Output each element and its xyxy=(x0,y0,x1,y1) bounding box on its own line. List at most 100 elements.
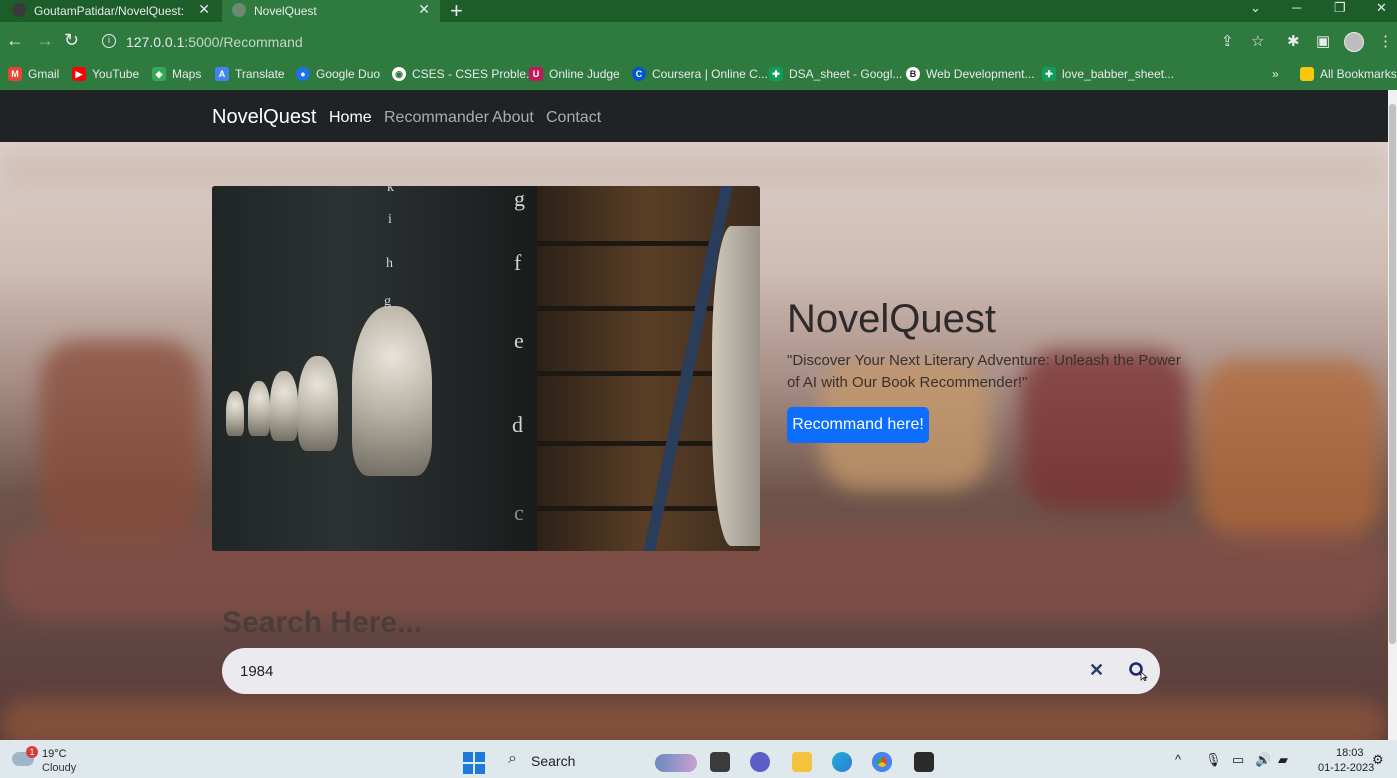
recommend-button[interactable]: Recommand here! xyxy=(787,407,929,443)
browser-tab-github[interactable]: GoutamPatidar/NovelQuest: "No ✕ xyxy=(0,0,220,22)
pillar-letter: f xyxy=(514,250,522,275)
tab-title: GoutamPatidar/NovelQuest: "No xyxy=(34,4,184,18)
bookmark-coursera[interactable]: C Coursera | Online C... xyxy=(632,67,768,81)
battery-icon[interactable]: ▰ xyxy=(1278,752,1288,768)
shelf-board xyxy=(537,241,717,246)
search-heading: Search Here... xyxy=(222,606,423,639)
bookmarks-overflow-button[interactable]: » xyxy=(1272,67,1279,81)
edge-browser-icon[interactable] xyxy=(832,752,852,772)
weather-condition[interactable]: Cloudy xyxy=(42,762,76,774)
folder-icon xyxy=(1300,67,1314,81)
new-tab-icon[interactable]: + xyxy=(450,0,463,24)
weather-temperature[interactable]: 19°C xyxy=(42,748,67,760)
page-scrollbar[interactable] xyxy=(1388,90,1397,740)
browser-tab-bar: GoutamPatidar/NovelQuest: "No ✕ NovelQue… xyxy=(0,0,1397,24)
site-navbar: NovelQuest Home Recommander About Contac… xyxy=(0,90,1388,142)
nav-recommander[interactable]: Recommander xyxy=(384,109,489,127)
search-icon[interactable] xyxy=(1128,661,1148,681)
browser-tab-novelquest[interactable]: NovelQuest ✕ xyxy=(222,0,440,22)
bookmark-youtube[interactable]: ▶ YouTube xyxy=(72,67,139,81)
brand-logo[interactable]: NovelQuest xyxy=(212,106,317,129)
nav-about[interactable]: About xyxy=(492,109,534,127)
hero-tagline: "Discover Your Next Literary Adventure: … xyxy=(787,352,1181,391)
marble-bust xyxy=(270,371,298,441)
bookmark-web-development[interactable]: B Web Development... xyxy=(906,67,1035,81)
duo-icon: ● xyxy=(296,67,310,81)
all-bookmarks-button[interactable]: All Bookmarks xyxy=(1300,67,1397,81)
teams-chat-icon[interactable] xyxy=(750,752,770,772)
uva-icon: U xyxy=(529,67,543,81)
windows-start-icon[interactable] xyxy=(463,752,485,774)
tab-title: NovelQuest xyxy=(254,4,317,18)
bookmark-maps[interactable]: ◆ Maps xyxy=(152,67,201,81)
menu-icon[interactable]: ⋮ xyxy=(1378,32,1393,50)
bookmark-cses[interactable]: ◉ CSES - CSES Proble... xyxy=(392,67,536,81)
address-bar[interactable]: i 127.0.0.1:5000/Recommand xyxy=(92,28,1282,56)
hidden-icons-chevron-icon[interactable]: ^ xyxy=(1175,752,1181,767)
scrollbar-thumb[interactable] xyxy=(1389,104,1396,644)
bookmarks-bar: M Gmail ▶ YouTube ◆ Maps A Translate ● Google… xyxy=(0,62,1397,90)
bookmark-love-babbar-sheet[interactable]: ✚ love_babber_sheet... xyxy=(1042,67,1174,81)
weather-badge: 1 xyxy=(26,746,38,758)
nav-contact[interactable]: Contact xyxy=(546,109,601,127)
taskbar-search-label: Search xyxy=(531,753,576,769)
sheets-icon: ✚ xyxy=(1042,67,1056,81)
bookmark-dsa-sheet[interactable]: ✚ DSA_sheet - Googl... xyxy=(769,67,902,81)
settings-gear-icon[interactable]: ⚙ xyxy=(1372,752,1384,768)
hero-image: g f e d c k i h g xyxy=(212,186,760,551)
volume-icon[interactable]: 🔊 xyxy=(1255,752,1271,768)
pillar-letter: k xyxy=(387,186,394,195)
profile-avatar[interactable] xyxy=(1344,32,1364,52)
shelf-board xyxy=(537,506,717,511)
bookmark-online-judge[interactable]: U Online Judge xyxy=(529,67,620,81)
tab-search-chevron-icon[interactable]: ⌄ xyxy=(1250,0,1261,16)
url-text[interactable]: 127.0.0.1:5000/Recommand xyxy=(126,34,303,50)
chrome-browser-icon[interactable] xyxy=(872,752,892,772)
extensions-icon[interactable]: ✱ xyxy=(1287,32,1300,50)
forward-icon[interactable]: → xyxy=(36,30,54,51)
close-tab-icon[interactable]: ✕ xyxy=(418,1,430,18)
background-shelf xyxy=(0,150,1388,190)
bookmark-gmail[interactable]: M Gmail xyxy=(8,67,59,81)
background-books xyxy=(40,340,200,540)
close-window-icon[interactable]: ✕ xyxy=(1376,0,1387,16)
shelf-board xyxy=(537,441,717,446)
search-icon: ⌕ xyxy=(508,750,517,767)
site-info-icon[interactable]: i xyxy=(102,34,116,48)
share-icon[interactable]: ⇪ xyxy=(1221,32,1234,50)
back-icon[interactable]: ← xyxy=(6,30,24,51)
gmail-icon: M xyxy=(8,67,22,81)
bookmark-google-duo[interactable]: ● Google Duo xyxy=(296,67,380,81)
microphone-icon[interactable]: 🎙 xyxy=(1205,752,1222,768)
pillar-letter: e xyxy=(514,328,524,353)
bookmark-star-icon[interactable]: ☆ xyxy=(1251,32,1264,50)
close-tab-icon[interactable]: ✕ xyxy=(198,1,210,18)
pillar-letter: g xyxy=(514,186,525,211)
clear-search-icon[interactable]: ✕ xyxy=(1089,660,1104,681)
marble-bust xyxy=(298,356,338,451)
sheets-icon: ✚ xyxy=(769,67,783,81)
file-explorer-icon[interactable] xyxy=(792,752,812,772)
task-view-icon[interactable] xyxy=(710,752,730,772)
marble-bust xyxy=(352,306,432,476)
pillar-letter: c xyxy=(514,500,524,525)
side-panel-icon[interactable]: ▣ xyxy=(1316,32,1330,50)
nav-home[interactable]: Home xyxy=(329,109,372,127)
pillar-letter: d xyxy=(512,412,523,437)
bookmark-translate[interactable]: A Translate xyxy=(215,67,285,81)
hero-title: NovelQuest xyxy=(787,297,996,341)
clock-time[interactable]: 18:03 xyxy=(1336,747,1364,759)
network-icon[interactable]: ▭ xyxy=(1232,752,1244,768)
clock-date[interactable]: 01-12-2023 xyxy=(1318,762,1374,774)
restore-icon[interactable]: ❐ xyxy=(1334,0,1346,16)
search-highlight-icon[interactable] xyxy=(655,754,697,772)
reload-icon[interactable]: ↻ xyxy=(64,30,79,51)
background-books xyxy=(0,700,1388,740)
search-input[interactable] xyxy=(240,658,1070,684)
minimize-icon[interactable]: ─ xyxy=(1292,0,1301,15)
site-favicon-icon xyxy=(232,3,246,17)
marble-bust xyxy=(226,391,244,436)
cses-icon: ◉ xyxy=(392,67,406,81)
pillar-letter: i xyxy=(388,212,392,227)
terminal-icon[interactable] xyxy=(914,752,934,772)
